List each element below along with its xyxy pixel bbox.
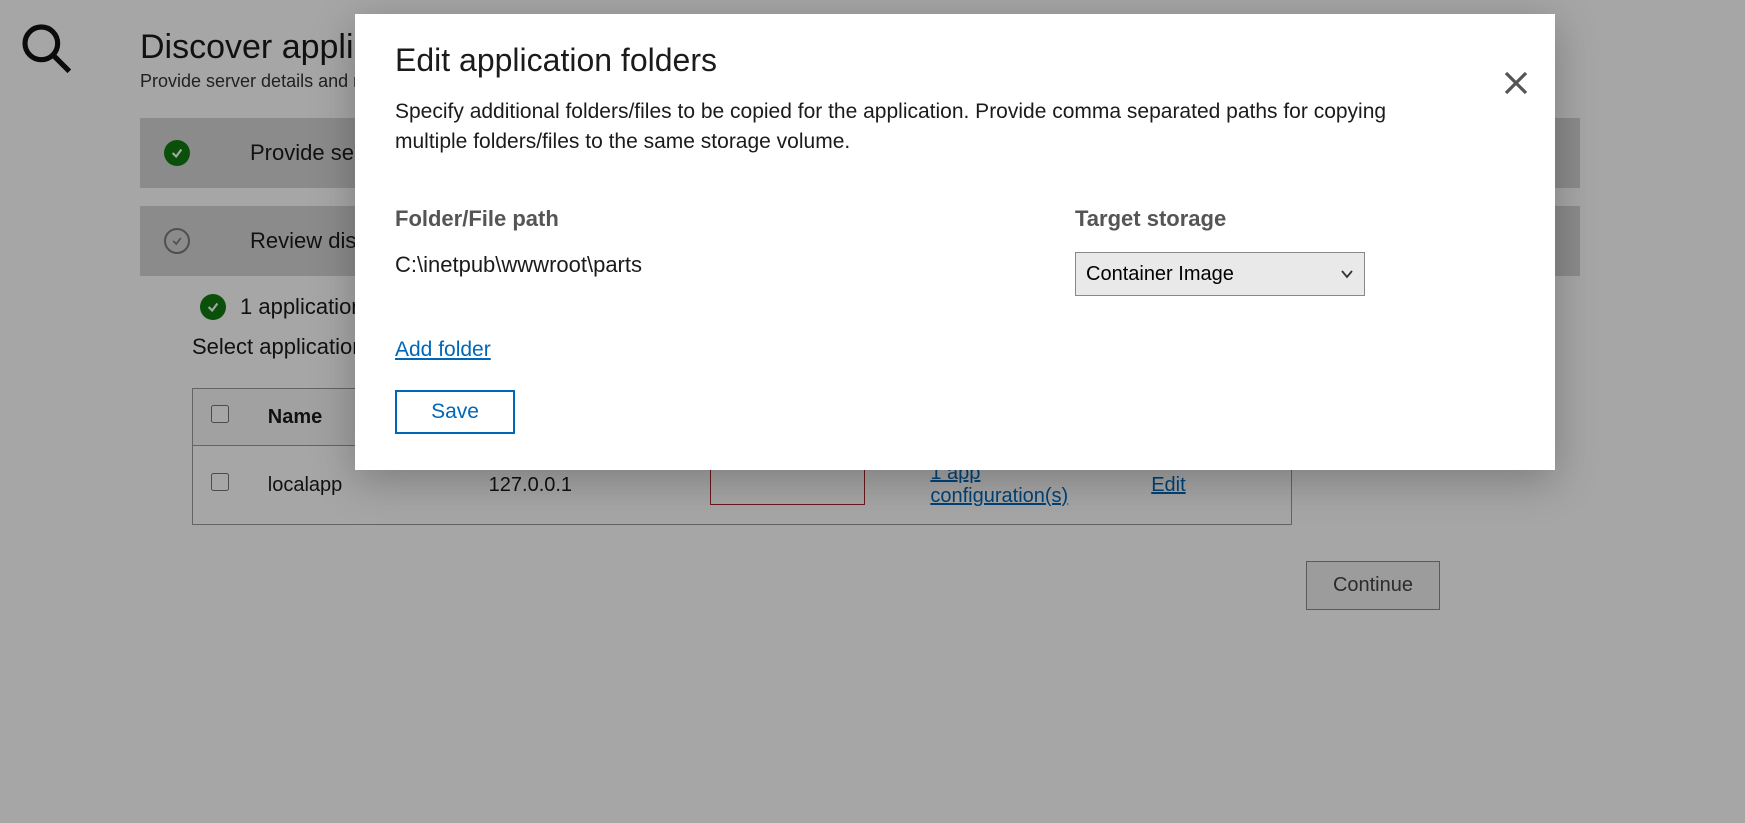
add-folder-link[interactable]: Add folder xyxy=(395,338,491,362)
folder-path-header: Folder/File path xyxy=(395,206,1075,232)
dialog-description: Specify additional folders/files to be c… xyxy=(395,97,1455,158)
edit-folders-dialog: Edit application folders Specify additio… xyxy=(355,14,1555,470)
dialog-title: Edit application folders xyxy=(395,42,1515,79)
folder-path-value: C:\inetpub\wwwroot\parts xyxy=(395,252,1075,278)
target-storage-select[interactable]: Container Image xyxy=(1075,252,1365,296)
target-storage-header: Target storage xyxy=(1075,206,1515,232)
close-icon[interactable] xyxy=(1501,68,1531,103)
save-button[interactable]: Save xyxy=(395,390,515,434)
